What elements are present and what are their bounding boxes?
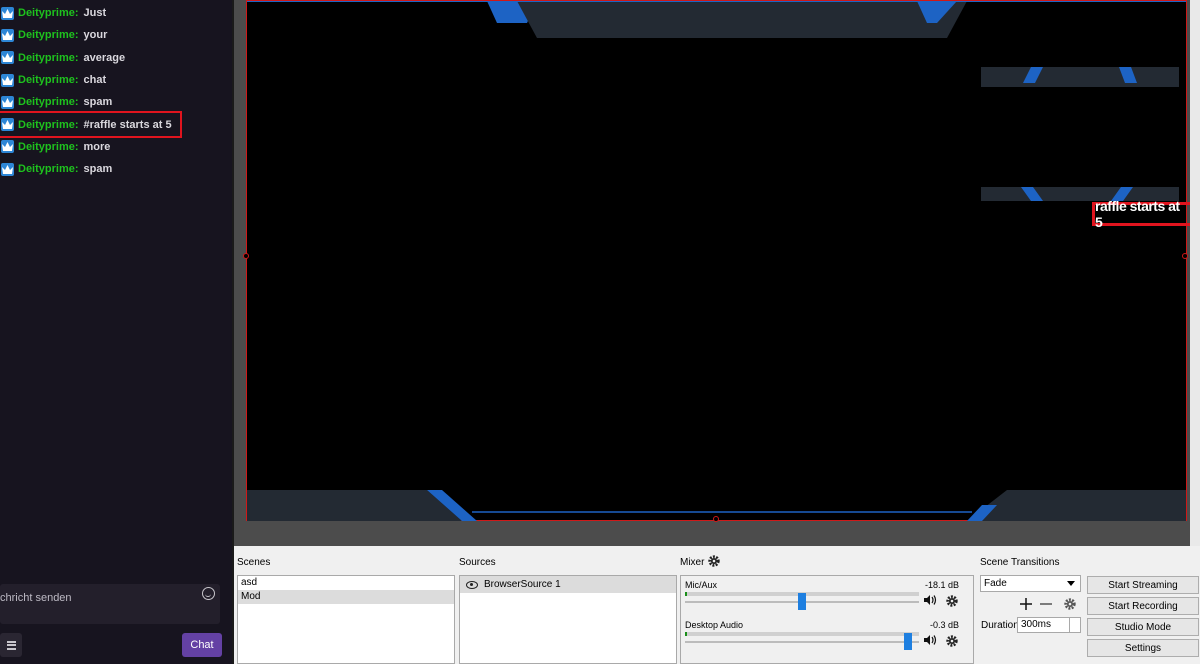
chat-colon: :	[74, 29, 79, 42]
scene-item-mod[interactable]: Mod	[238, 590, 454, 604]
chat-colon: :	[74, 51, 79, 64]
crown-icon	[1, 118, 14, 132]
crown-icon	[1, 51, 14, 65]
chat-settings-list-button[interactable]	[0, 633, 22, 657]
crown-icon	[1, 95, 14, 109]
gear-icon[interactable]	[945, 634, 959, 648]
sources-title: Sources	[459, 557, 496, 568]
resize-handle-right[interactable]	[1182, 253, 1188, 259]
chat-username[interactable]: Deityprime	[18, 52, 75, 64]
chat-username[interactable]: Deityprime	[18, 7, 75, 19]
crown-icon	[1, 6, 14, 20]
speaker-icon[interactable]	[923, 634, 937, 646]
transition-gear-icon[interactable]	[1063, 597, 1077, 611]
start-streaming-button[interactable]: Start Streaming	[1087, 576, 1199, 594]
start-recording-button[interactable]: Start Recording	[1087, 597, 1199, 615]
mixer-channel-desktop: Desktop Audio -0.3 dB	[685, 618, 961, 654]
chat-message: Deityprime: more	[0, 136, 232, 158]
chat-message-highlighted: Deityprime: #raffle starts at 5	[0, 111, 182, 138]
visibility-eye-icon[interactable]	[466, 580, 478, 589]
mixer-channel-db: -0.3 dB	[929, 620, 959, 630]
chat-message: Deityprime: spam	[0, 91, 232, 113]
chat-message-text: chat	[83, 74, 107, 87]
chat-message: Deityprime: Just	[0, 2, 232, 24]
resize-handle-left[interactable]	[243, 253, 249, 259]
mixer-title: Mixer	[680, 557, 705, 568]
chat-panel: Deityprime: Just Deityprime: your Deityprime…	[0, 0, 232, 664]
scene-item-asd[interactable]: asd	[238, 576, 454, 590]
mixer-channel-mic: Mic/Aux -18.1 dB	[685, 578, 961, 614]
scene-transitions-title: Scene Transitions	[980, 557, 1060, 568]
chat-username[interactable]: Deityprime	[18, 74, 75, 86]
preview-scroll-strip	[1190, 0, 1200, 546]
chat-input-placeholder: chricht senden	[0, 592, 72, 604]
mixer-channel-name: Mic/Aux	[685, 580, 718, 590]
source-item-browsersource[interactable]: BrowserSource 1	[460, 576, 676, 593]
chat-username[interactable]: Deityprime	[18, 141, 75, 153]
duration-label: Duration	[981, 620, 1019, 631]
chat-username[interactable]: Deityprime	[18, 119, 75, 131]
chat-message-text: spam	[83, 96, 113, 109]
source-item-label: BrowserSource 1	[484, 579, 561, 590]
emote-smiley-icon[interactable]	[202, 587, 215, 600]
chat-input[interactable]: chricht senden	[0, 584, 220, 624]
chat-message-text: more	[83, 140, 111, 153]
duration-value: 300ms	[1021, 619, 1052, 630]
chat-username[interactable]: Deityprime	[18, 96, 75, 108]
chat-colon: :	[74, 140, 79, 153]
plus-icon[interactable]	[1020, 598, 1032, 610]
transition-select[interactable]: Fade	[980, 575, 1081, 592]
chat-message-text: average	[83, 51, 126, 64]
chat-username[interactable]: Deityprime	[18, 163, 75, 175]
chat-message-text: your	[83, 29, 108, 42]
settings-button[interactable]: Settings	[1087, 639, 1199, 657]
chat-message-text: #raffle starts at 5	[83, 118, 172, 131]
chat-message-list: Deityprime: Just Deityprime: your Deityprime…	[0, 2, 232, 180]
mixer-gear-icon[interactable]	[707, 554, 721, 568]
scenes-list: asd Mod	[237, 575, 455, 664]
resize-handle-bottom[interactable]	[713, 516, 719, 522]
obs-window: raffle starts at 5 Scenes asd Mod Source…	[234, 0, 1200, 664]
sources-list: BrowserSource 1	[459, 575, 677, 664]
chat-colon: :	[74, 96, 79, 109]
chat-message-text: Just	[83, 7, 107, 20]
chat-message: Deityprime: spam	[0, 158, 232, 180]
volume-slider-thumb[interactable]	[904, 633, 912, 650]
chat-message: Deityprime: chat	[0, 69, 232, 91]
crown-icon	[1, 73, 14, 87]
chat-message: Deityprime: average	[0, 47, 232, 69]
minus-icon[interactable]	[1040, 598, 1052, 610]
duration-field[interactable]: 300ms	[1017, 617, 1081, 633]
scenes-title: Scenes	[237, 557, 271, 568]
gear-icon[interactable]	[945, 594, 959, 608]
speaker-icon[interactable]	[923, 594, 937, 606]
mixer-channel-name: Desktop Audio	[685, 620, 744, 630]
raffle-overlay-text: raffle starts at 5	[1092, 198, 1193, 230]
chat-message: Deityprime: your	[0, 24, 232, 46]
list-icon	[6, 640, 16, 650]
overlay-side-frame	[981, 67, 1179, 201]
chat-colon: :	[74, 118, 79, 131]
preview-area: raffle starts at 5	[234, 0, 1200, 546]
chat-message-text: spam	[83, 163, 113, 176]
chat-colon: :	[74, 163, 79, 176]
duration-spinner[interactable]	[1069, 618, 1080, 632]
crown-icon	[1, 28, 14, 42]
chat-colon: :	[74, 74, 79, 87]
chat-send-button[interactable]: Chat	[182, 633, 222, 657]
volume-slider-thumb[interactable]	[798, 593, 806, 610]
volume-meter	[685, 632, 919, 636]
chat-colon: :	[74, 7, 79, 20]
preview-canvas[interactable]: raffle starts at 5	[243, 0, 1193, 522]
chat-username[interactable]: Deityprime	[18, 29, 75, 41]
volume-slider-track[interactable]	[685, 641, 919, 643]
mixer-panel: Mic/Aux -18.1 dB Desktop Audio -0.3 dB	[680, 575, 974, 664]
studio-mode-button[interactable]: Studio Mode	[1087, 618, 1199, 636]
overlay-top-frame	[247, 1, 1186, 38]
crown-icon	[1, 162, 14, 176]
mixer-channel-db: -18.1 dB	[924, 580, 959, 590]
crown-icon	[1, 140, 14, 154]
